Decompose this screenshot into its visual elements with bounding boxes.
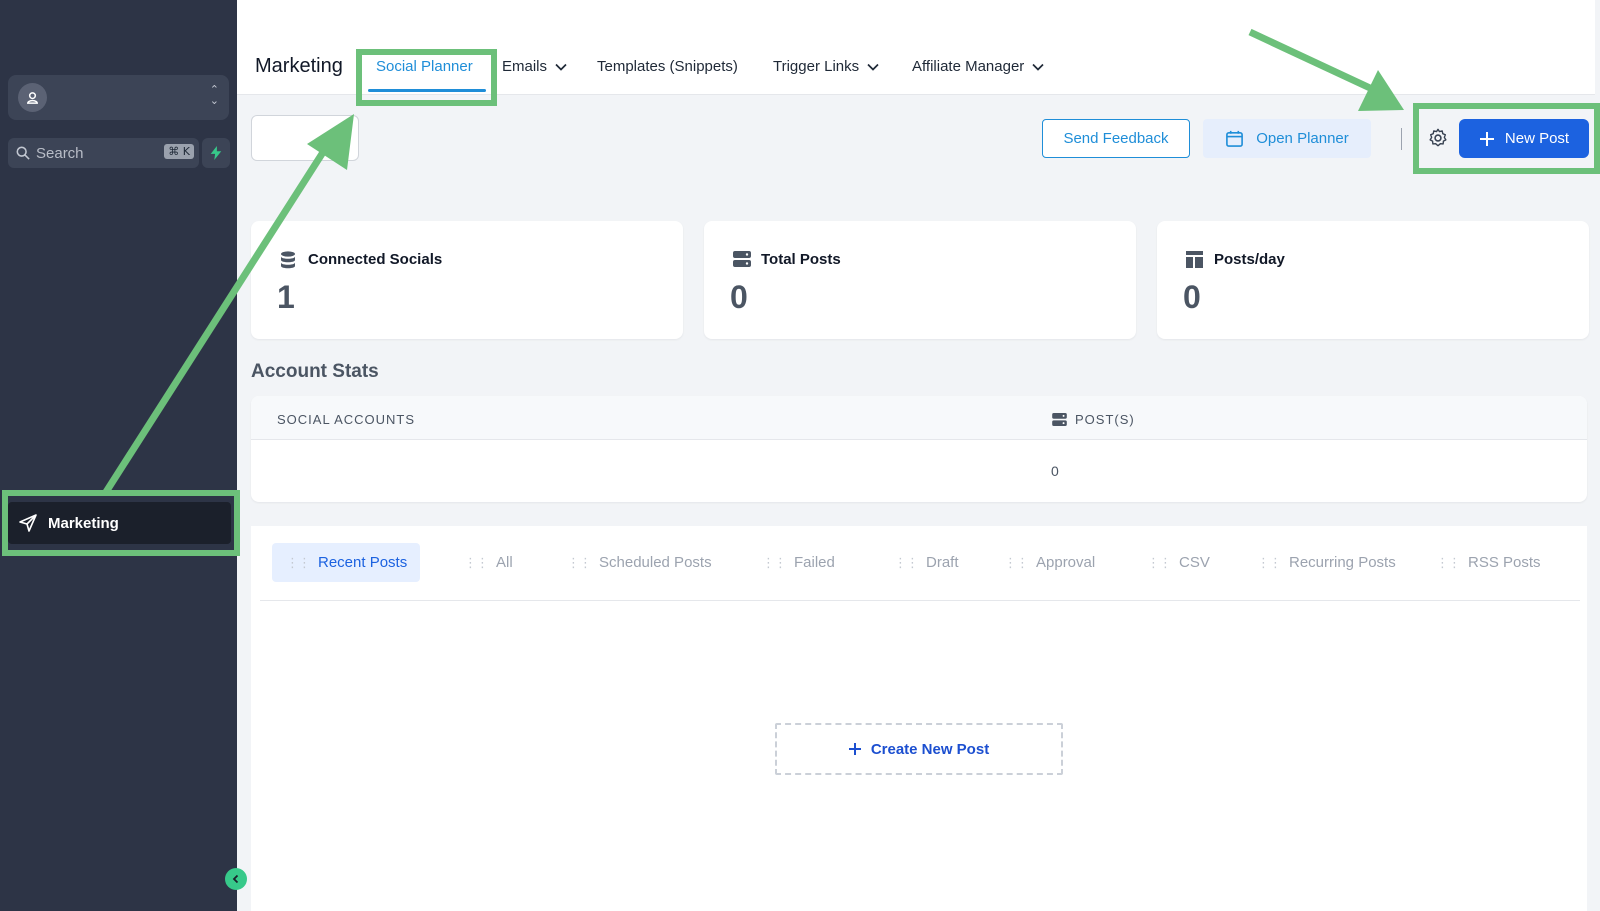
column-label: POST(S) — [1075, 412, 1135, 427]
drag-handle-icon: ⋮⋮ — [762, 555, 787, 570]
send-feedback-button[interactable]: Send Feedback — [1042, 119, 1190, 158]
drag-handle-icon: ⋮⋮ — [1147, 555, 1172, 570]
tab-label: All — [496, 554, 513, 571]
column-posts: POST(S) — [1052, 412, 1135, 427]
chevron-down-icon — [555, 63, 567, 71]
posts-panel: ⋮⋮ Recent Posts ⋮⋮ All ⋮⋮ Scheduled Posts ⋮… — [251, 526, 1587, 911]
lightning-icon — [210, 146, 222, 160]
calendar-icon — [1226, 130, 1244, 147]
account-stats-title: Account Stats — [251, 361, 379, 382]
tab-recent-posts[interactable]: ⋮⋮ Recent Posts — [272, 543, 421, 582]
tab-templates[interactable]: Templates (Snippets) — [597, 58, 738, 75]
page-title: Marketing — [255, 55, 343, 77]
tab-label: CSV — [1179, 554, 1210, 571]
stat-value: 0 — [730, 279, 748, 315]
sidebar: ⌃⌄ ⌘ K Marketing — [0, 0, 247, 911]
tab-label: Emails — [502, 58, 548, 75]
tab-label: Approval — [1036, 554, 1096, 571]
account-stats-table: SOCIAL ACCOUNTS POST(S) 0 — [251, 396, 1587, 502]
server-icon — [1052, 413, 1067, 426]
tab-scheduled-posts[interactable]: ⋮⋮ Scheduled Posts — [567, 543, 712, 582]
location-select[interactable] — [251, 115, 359, 161]
annotation-highlight-new-post — [1413, 103, 1600, 174]
tab-trigger-links[interactable]: Trigger Links — [773, 58, 879, 75]
search-bar[interactable]: ⌘ K — [8, 138, 199, 168]
quick-actions-button[interactable] — [202, 138, 230, 168]
tab-label: RSS Posts — [1468, 554, 1541, 571]
tab-draft[interactable]: ⋮⋮ Draft — [894, 543, 959, 582]
open-planner-button[interactable]: Open Planner — [1203, 119, 1371, 158]
user-avatar-icon — [18, 83, 47, 112]
toolbar-divider — [1401, 128, 1402, 150]
tab-emails[interactable]: Emails — [502, 58, 567, 75]
collapse-sidebar-button[interactable] — [225, 868, 247, 890]
tab-label: Recent Posts — [318, 554, 408, 571]
search-shortcut-badge: ⌘ K — [164, 144, 194, 159]
open-planner-label: Open Planner — [1256, 130, 1349, 147]
column-social-accounts: SOCIAL ACCOUNTS — [277, 412, 416, 427]
chevron-up-down-icon: ⌃ ⌄ — [209, 84, 219, 107]
stat-label: Connected Socials — [308, 251, 443, 268]
search-icon — [16, 146, 30, 160]
annotation-highlight-marketing — [2, 490, 240, 556]
tab-label: Trigger Links — [773, 58, 860, 75]
stat-card-total-posts: Total Posts 0 — [704, 221, 1136, 339]
drag-handle-icon: ⋮⋮ — [1004, 555, 1029, 570]
tab-csv[interactable]: ⋮⋮ CSV — [1147, 543, 1210, 582]
layout-icon — [1186, 251, 1203, 268]
stat-label: Posts/day — [1214, 251, 1285, 268]
stat-label: Total Posts — [761, 251, 841, 268]
stat-card-connected-socials: Connected Socials 1 — [251, 221, 683, 339]
tab-label: Failed — [794, 554, 835, 571]
tab-label: Scheduled Posts — [599, 554, 712, 571]
drag-handle-icon: ⋮⋮ — [1436, 555, 1461, 570]
stat-value: 0 — [1183, 279, 1201, 315]
stat-card-posts-per-day: Posts/day 0 — [1157, 221, 1589, 339]
account-switcher[interactable]: ⌃ ⌄ — [8, 75, 229, 120]
search-input[interactable] — [36, 144, 156, 162]
drag-handle-icon: ⋮⋮ — [894, 555, 919, 570]
chevron-down-icon — [867, 63, 879, 71]
create-new-post-label: Create New Post — [870, 740, 990, 758]
tab-label: Draft — [926, 554, 959, 571]
tab-affiliate-manager[interactable]: Affiliate Manager — [912, 58, 1044, 75]
table-header: SOCIAL ACCOUNTS POST(S) — [251, 396, 1587, 440]
tab-label: Recurring Posts — [1289, 554, 1396, 571]
tabs-divider — [260, 600, 1580, 601]
annotation-highlight-social-planner — [356, 49, 497, 106]
drag-handle-icon: ⋮⋮ — [567, 555, 592, 570]
drag-handle-icon: ⋮⋮ — [1257, 555, 1282, 570]
tab-label: Affiliate Manager — [912, 58, 1025, 75]
plus-icon — [848, 743, 861, 755]
chevron-left-icon — [232, 874, 239, 884]
table-cell-posts: 0 — [1051, 463, 1059, 479]
create-new-post-button[interactable]: Create New Post — [775, 723, 1063, 775]
drag-handle-icon: ⋮⋮ — [286, 555, 311, 570]
tab-approval[interactable]: ⋮⋮ Approval — [1004, 543, 1095, 582]
database-icon — [281, 251, 295, 269]
stat-value: 1 — [277, 279, 295, 315]
tab-label: Templates (Snippets) — [597, 58, 738, 75]
server-icon — [733, 251, 751, 267]
tab-recurring-posts[interactable]: ⋮⋮ Recurring Posts — [1257, 543, 1396, 582]
tab-failed[interactable]: ⋮⋮ Failed — [762, 543, 835, 582]
chevron-down-icon — [1032, 63, 1044, 71]
tab-all[interactable]: ⋮⋮ All — [464, 543, 513, 582]
drag-handle-icon: ⋮⋮ — [464, 555, 489, 570]
tab-rss-posts[interactable]: ⋮⋮ RSS Posts — [1436, 543, 1541, 582]
